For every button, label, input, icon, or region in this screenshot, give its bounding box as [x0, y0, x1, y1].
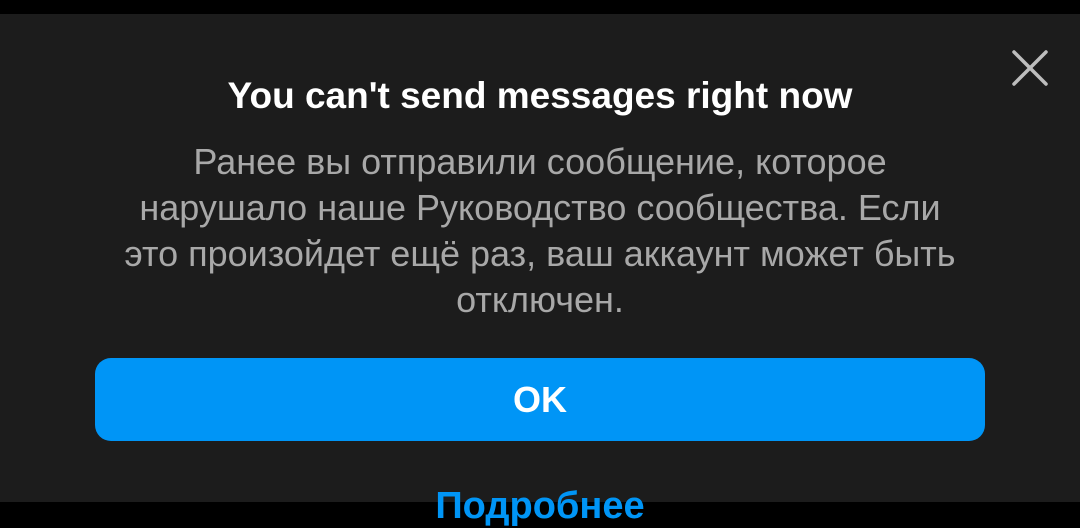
dialog-message: Ранее вы отправили сообщение, которое на… — [124, 141, 956, 320]
learn-more-link[interactable]: Подробнее — [0, 484, 1080, 528]
dialog-sheet: You can't send messages right now Ранее … — [0, 14, 1080, 527]
dialog-title: You can't send messages right now — [227, 75, 853, 116]
status-bar-edge — [0, 0, 1080, 14]
ok-button[interactable]: OK — [95, 358, 985, 441]
